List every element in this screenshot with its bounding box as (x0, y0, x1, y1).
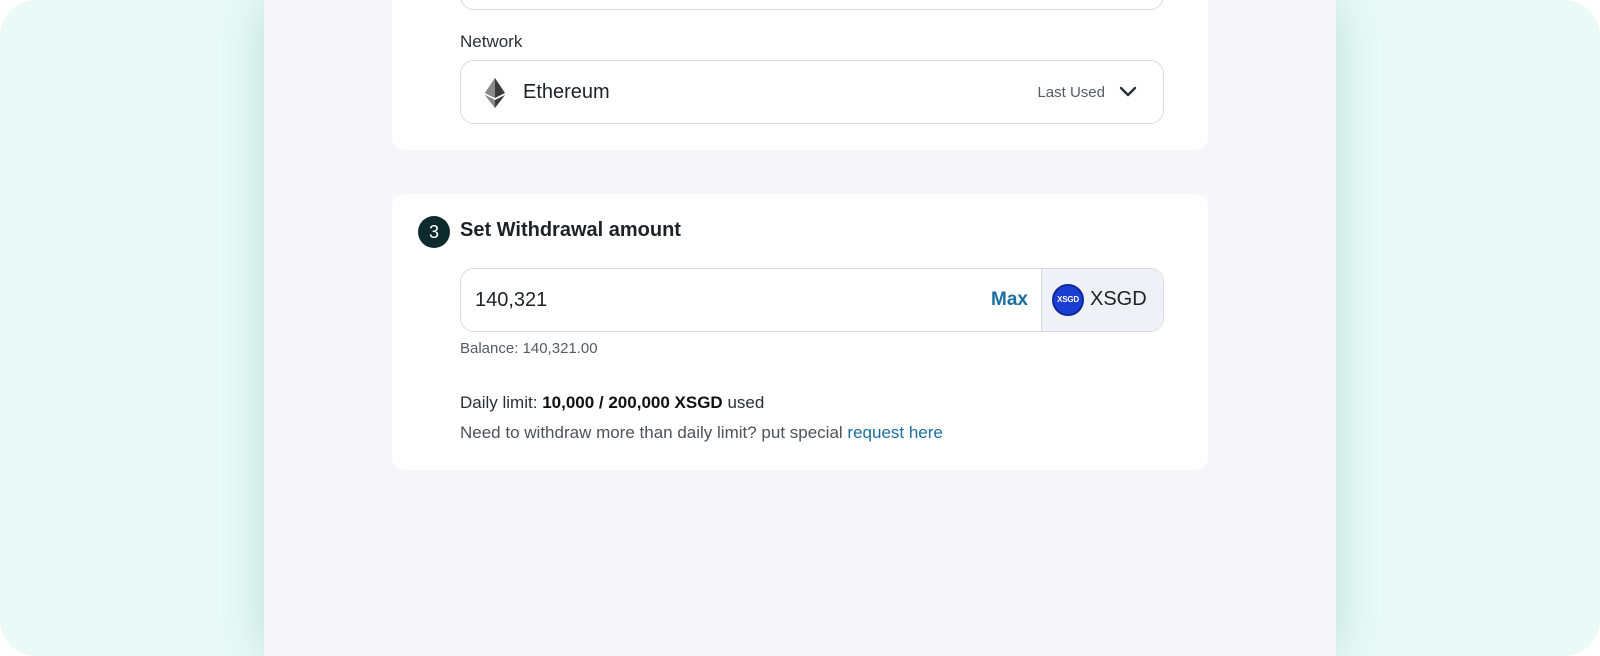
app-background: Network Ethereum Last Used 3 Set Withdra… (0, 0, 1600, 656)
step-number-badge: 3 (418, 216, 450, 248)
limit-request-text: Need to withdraw more than daily limit? … (460, 423, 943, 443)
withdrawal-section-title: Set Withdrawal amount (460, 219, 681, 241)
daily-limit-suffix: used (727, 393, 765, 412)
amount-input[interactable] (475, 283, 955, 317)
xsgd-token-icon: XSGD (1052, 284, 1084, 316)
previous-field[interactable] (460, 0, 1164, 10)
withdraw-panel: Network Ethereum Last Used 3 Set Withdra… (264, 0, 1336, 656)
network-selected-value: Ethereum (523, 81, 610, 103)
max-button[interactable]: Max (991, 289, 1028, 311)
network-label: Network (460, 32, 523, 51)
balance-text: Balance: 140,321.00 (460, 340, 598, 357)
token-selector[interactable]: XSGD XSGD (1041, 269, 1163, 331)
last-used-tag: Last Used (1037, 84, 1105, 101)
amount-field: Max XSGD XSGD (460, 268, 1164, 332)
daily-limit-prefix: Daily limit: (460, 393, 538, 412)
daily-limit-text: Daily limit: 10,000 / 200,000 XSGD used (460, 393, 764, 413)
network-select[interactable]: Ethereum Last Used (460, 60, 1164, 124)
chevron-down-icon (1119, 86, 1137, 97)
token-name: XSGD (1090, 288, 1147, 310)
request-here-link[interactable]: request here (847, 423, 942, 442)
daily-limit-value: 10,000 / 200,000 XSGD (542, 393, 723, 412)
ethereum-icon (485, 78, 505, 108)
need-more-text: Need to withdraw more than daily limit? … (460, 423, 843, 442)
